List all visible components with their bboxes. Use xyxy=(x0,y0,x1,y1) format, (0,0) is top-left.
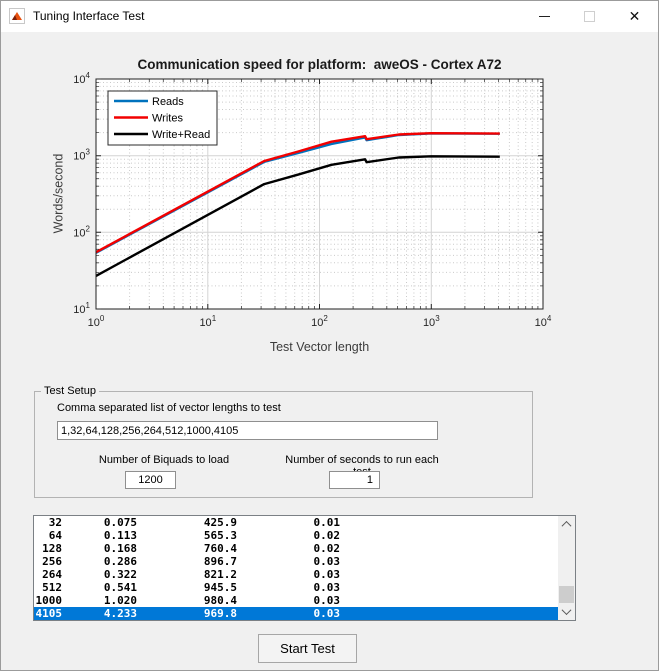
speed-chart: 100101102103104101102103104ReadsWritesWr… xyxy=(1,32,659,391)
list-cell: 0.075 xyxy=(62,516,137,529)
list-cell: 512 xyxy=(34,581,62,594)
test-setup-group: Test Setup Comma separated list of vecto… xyxy=(34,391,533,498)
list-cell: 0.01 xyxy=(237,516,340,529)
list-row[interactable]: 320.075425.90.01 xyxy=(34,516,558,529)
list-cell: 425.9 xyxy=(137,516,237,529)
list-cell: 0.541 xyxy=(62,581,137,594)
list-cell: 4105 xyxy=(34,607,62,620)
svg-text:Writes: Writes xyxy=(152,113,183,125)
list-cell: 896.7 xyxy=(137,555,237,568)
results-scrollbar[interactable] xyxy=(558,516,575,620)
list-cell: 565.3 xyxy=(137,529,237,542)
svg-text:Reads: Reads xyxy=(152,96,184,108)
vector-lengths-input[interactable] xyxy=(57,421,438,440)
svg-text:102: 102 xyxy=(311,314,328,329)
svg-text:101: 101 xyxy=(73,301,90,316)
chevron-down-icon xyxy=(562,605,572,615)
svg-text:104: 104 xyxy=(73,71,90,86)
list-row[interactable]: 640.113565.30.02 xyxy=(34,529,558,542)
svg-text:100: 100 xyxy=(88,314,105,329)
list-row[interactable]: 5120.541945.50.03 xyxy=(34,581,558,594)
close-button[interactable]: ✕ xyxy=(612,1,657,31)
results-listbox[interactable]: 320.075425.90.01640.113565.30.021280.168… xyxy=(33,515,576,621)
svg-text:Write+Read: Write+Read xyxy=(152,129,210,141)
list-row[interactable]: 2560.286896.70.03 xyxy=(34,555,558,568)
scroll-up-button[interactable] xyxy=(558,516,575,533)
vector-lengths-label: Comma separated list of vector lengths t… xyxy=(57,402,281,414)
close-icon: ✕ xyxy=(629,9,641,23)
chart-title: Communication speed for platform: aweOS … xyxy=(96,57,543,72)
list-cell: 1.020 xyxy=(62,594,137,607)
scroll-down-button[interactable] xyxy=(558,603,575,620)
svg-text:104: 104 xyxy=(535,314,552,329)
minimize-button[interactable] xyxy=(522,1,567,31)
list-cell: 0.03 xyxy=(237,594,340,607)
tuning-interface-window: Tuning Interface Test ✕ 1001011021031041… xyxy=(0,0,659,671)
list-cell: 264 xyxy=(34,568,62,581)
list-cell: 4.233 xyxy=(62,607,137,620)
maximize-button xyxy=(567,1,612,31)
seconds-input[interactable] xyxy=(329,471,380,489)
list-cell: 1000 xyxy=(34,594,62,607)
list-cell: 0.03 xyxy=(237,607,340,620)
biquads-label: Number of Biquads to load xyxy=(89,454,239,466)
list-cell: 0.02 xyxy=(237,529,340,542)
list-cell: 0.322 xyxy=(62,568,137,581)
list-row[interactable]: 1280.168760.40.02 xyxy=(34,542,558,555)
matlab-icon xyxy=(9,8,25,24)
list-cell: 64 xyxy=(34,529,62,542)
results-rows: 320.075425.90.01640.113565.30.021280.168… xyxy=(34,516,558,620)
list-row[interactable]: 41054.233969.80.03 xyxy=(34,607,558,620)
list-cell: 821.2 xyxy=(137,568,237,581)
scrollbar-thumb[interactable] xyxy=(559,586,574,603)
list-cell: 0.286 xyxy=(62,555,137,568)
list-cell: 0.03 xyxy=(237,555,340,568)
chart-y-axis-label: Words/second xyxy=(52,124,67,264)
list-cell: 32 xyxy=(34,516,62,529)
maximize-icon xyxy=(584,11,595,22)
list-cell: 945.5 xyxy=(137,581,237,594)
list-cell: 0.02 xyxy=(237,542,340,555)
svg-text:102: 102 xyxy=(73,224,90,239)
svg-text:103: 103 xyxy=(73,148,90,163)
list-cell: 980.4 xyxy=(137,594,237,607)
list-cell: 760.4 xyxy=(137,542,237,555)
list-row[interactable]: 10001.020980.40.03 xyxy=(34,594,558,607)
chevron-up-icon xyxy=(562,521,572,531)
list-row[interactable]: 2640.322821.20.03 xyxy=(34,568,558,581)
list-cell: 0.113 xyxy=(62,529,137,542)
test-setup-group-label: Test Setup xyxy=(41,385,99,397)
svg-text:101: 101 xyxy=(199,314,216,329)
chart-x-axis-label: Test Vector length xyxy=(96,340,543,354)
list-cell: 0.03 xyxy=(237,568,340,581)
list-cell: 0.168 xyxy=(62,542,137,555)
svg-text:103: 103 xyxy=(423,314,440,329)
list-cell: 256 xyxy=(34,555,62,568)
list-cell: 0.03 xyxy=(237,581,340,594)
start-test-button[interactable]: Start Test xyxy=(258,634,357,663)
list-cell: 128 xyxy=(34,542,62,555)
list-cell: 969.8 xyxy=(137,607,237,620)
biquads-input[interactable] xyxy=(125,471,176,489)
minimize-icon xyxy=(539,16,550,17)
window-title: Tuning Interface Test xyxy=(33,9,144,23)
title-bar: Tuning Interface Test ✕ xyxy=(1,1,658,32)
